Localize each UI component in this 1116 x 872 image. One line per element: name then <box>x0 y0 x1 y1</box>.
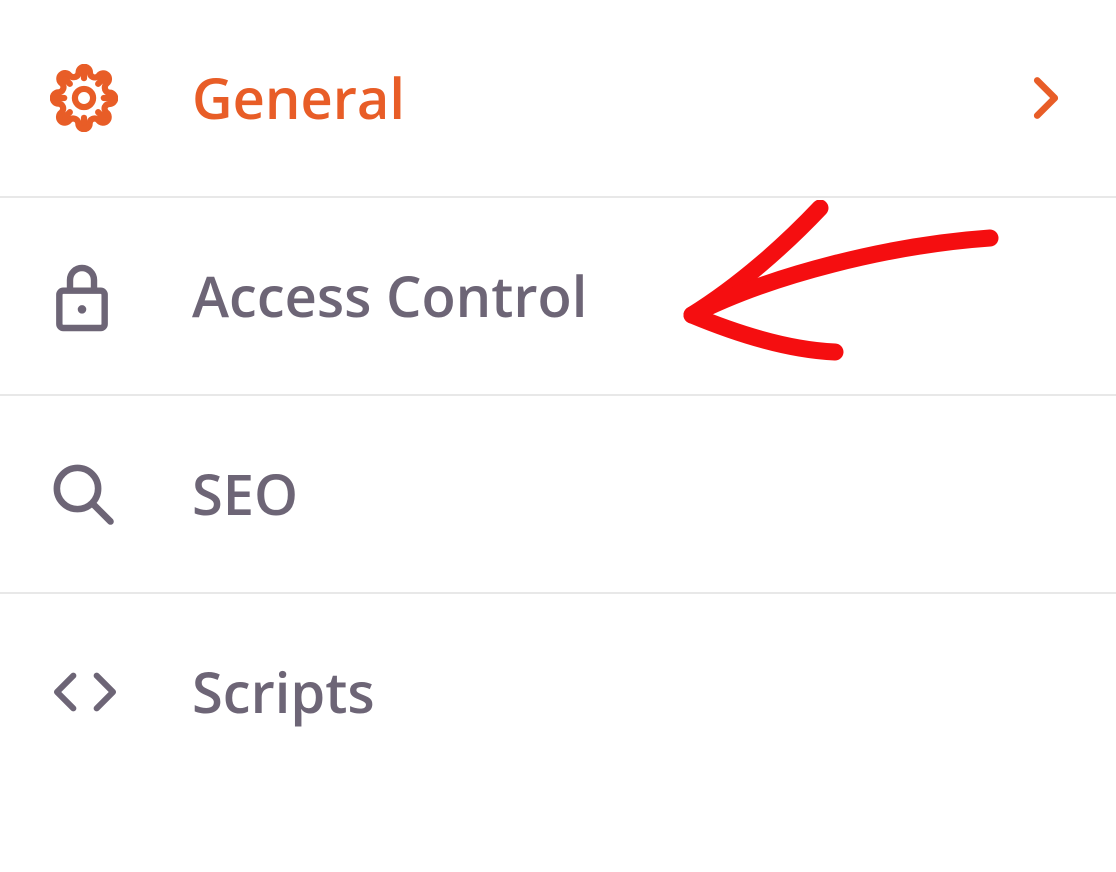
menu-item-general[interactable]: General <box>0 0 1116 198</box>
menu-label-general: General <box>192 60 1026 136</box>
menu-label-access-control: Access Control <box>192 258 1066 334</box>
gear-icon <box>50 64 120 132</box>
menu-item-seo[interactable]: SEO <box>0 396 1116 594</box>
menu-item-access-control[interactable]: Access Control <box>0 198 1116 396</box>
settings-menu: General Access Control SEO <box>0 0 1116 790</box>
menu-label-scripts: Scripts <box>192 654 1066 730</box>
chevron-right-icon <box>1026 76 1066 120</box>
lock-icon <box>50 258 120 334</box>
menu-label-seo: SEO <box>192 456 1066 532</box>
menu-item-scripts[interactable]: Scripts <box>0 594 1116 790</box>
code-icon <box>50 667 120 717</box>
search-icon <box>50 461 120 527</box>
